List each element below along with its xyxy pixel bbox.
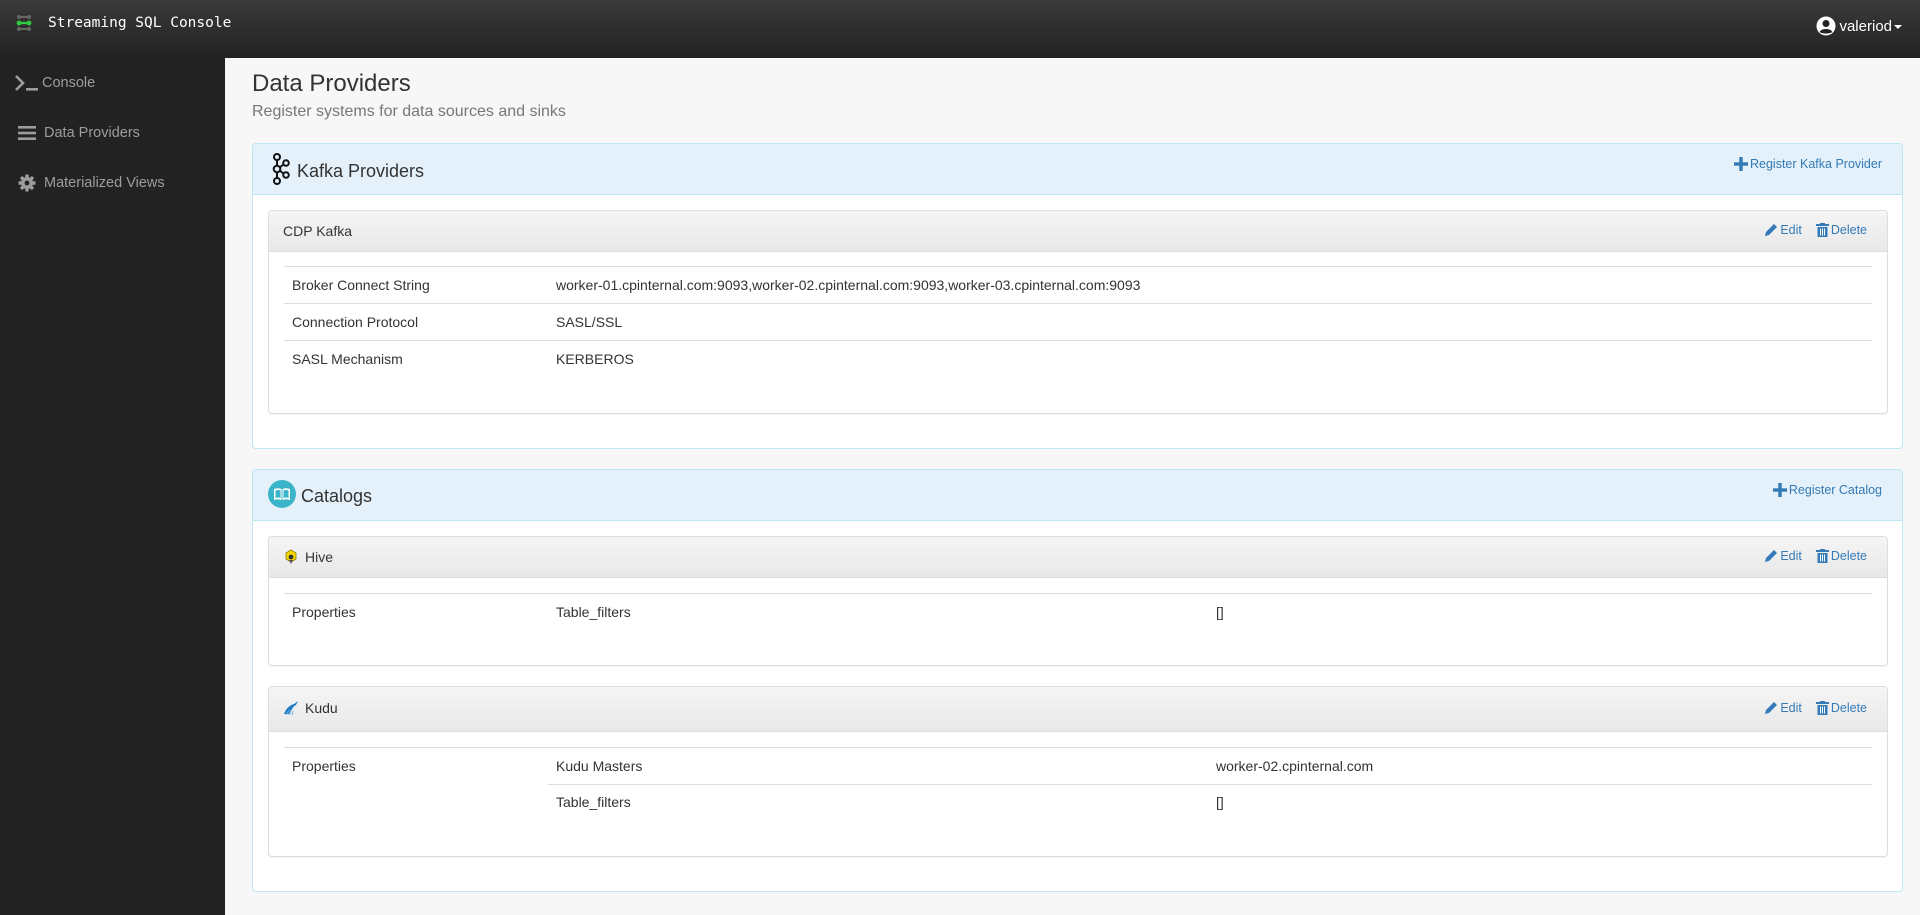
register-kafka-provider-label: Register Kafka Provider bbox=[1749, 157, 1882, 171]
pencil-icon bbox=[1765, 550, 1778, 562]
pencil-icon bbox=[1765, 702, 1778, 714]
sidebar-item-label: Console bbox=[42, 75, 96, 91]
catalog-heading: Hive Edit Delete bbox=[269, 537, 1887, 578]
table-row: Broker Connect String worker-01.cpintern… bbox=[284, 266, 1872, 303]
catalog-card-kudu: Kudu Edit Delete Properties Kudu Masters… bbox=[268, 686, 1888, 857]
terminal-icon bbox=[14, 72, 40, 94]
property-key: Table_filters bbox=[556, 794, 631, 810]
catalog-properties: Properties Table_filters [] bbox=[284, 593, 1872, 630]
kudu-icon bbox=[283, 700, 301, 716]
bars-icon bbox=[18, 122, 42, 144]
catalog-heading: Kudu Edit Delete bbox=[269, 687, 1887, 732]
catalogs-panel: Catalogs Register Catalog Hive Edit Dele… bbox=[252, 469, 1903, 892]
delete-label: Delete bbox=[1830, 549, 1867, 563]
streaming-logo-icon bbox=[14, 13, 34, 33]
kafka-provider-card: CDP Kafka Edit Delete Broker Connect Str… bbox=[268, 210, 1888, 414]
register-kafka-provider-button[interactable]: Register Kafka Provider bbox=[1733, 157, 1882, 171]
gear-icon bbox=[18, 172, 42, 194]
catalogs-title: Catalogs bbox=[301, 486, 373, 506]
row-key: SASL Mechanism bbox=[292, 351, 403, 367]
sidebar-item-label: Data Providers bbox=[44, 125, 140, 141]
sidebar-item-materialized-views[interactable]: Materialized Views bbox=[18, 170, 165, 196]
edit-button[interactable]: Edit bbox=[1764, 223, 1802, 237]
catalog-name: Hive bbox=[305, 549, 334, 565]
pencil-icon bbox=[1765, 224, 1778, 236]
page-title: Data Providers bbox=[252, 70, 411, 97]
trash-icon bbox=[1815, 223, 1829, 237]
kafka-provider-heading: CDP Kafka Edit Delete bbox=[269, 211, 1887, 252]
kafka-providers-title: Kafka Providers bbox=[297, 161, 425, 181]
delete-button[interactable]: Delete bbox=[1815, 223, 1867, 237]
edit-label: Edit bbox=[1780, 549, 1802, 563]
plus-icon bbox=[1733, 157, 1748, 171]
kafka-provider-details: Broker Connect String worker-01.cpintern… bbox=[284, 266, 1872, 377]
book-icon bbox=[268, 480, 296, 513]
delete-label: Delete bbox=[1830, 701, 1867, 715]
table-row: Properties Kudu Masters worker-02.cpinte… bbox=[284, 747, 1872, 784]
kafka-icon bbox=[269, 153, 291, 190]
row-key: Connection Protocol bbox=[292, 314, 419, 330]
edit-label: Edit bbox=[1780, 223, 1802, 237]
table-row: Properties Table_filters [] bbox=[284, 593, 1872, 630]
table-row: Table_filters [] bbox=[284, 784, 1872, 821]
chevron-down-icon bbox=[1894, 25, 1902, 29]
delete-button[interactable]: Delete bbox=[1815, 701, 1867, 715]
top-navbar: Streaming SQL Console valeriod bbox=[0, 0, 1920, 58]
row-value: KERBEROS bbox=[556, 351, 634, 367]
property-key: Kudu Masters bbox=[556, 758, 643, 774]
sidebar: Console Data Providers Materialized View… bbox=[0, 58, 225, 915]
kafka-providers-panel: Kafka Providers Register Kafka Provider … bbox=[252, 143, 1903, 449]
sidebar-item-console[interactable]: Console bbox=[14, 70, 95, 96]
sidebar-item-label: Materialized Views bbox=[44, 175, 165, 191]
delete-button[interactable]: Delete bbox=[1815, 549, 1867, 563]
catalog-card-hive: Hive Edit Delete Properties Table_filter… bbox=[268, 536, 1888, 666]
edit-button[interactable]: Edit bbox=[1764, 701, 1802, 715]
delete-label: Delete bbox=[1830, 223, 1867, 237]
catalog-name: Kudu bbox=[305, 700, 338, 716]
catalog-properties: Properties Kudu Masters worker-02.cpinte… bbox=[284, 747, 1872, 821]
properties-label: Properties bbox=[292, 604, 356, 620]
edit-label: Edit bbox=[1780, 701, 1802, 715]
edit-button[interactable]: Edit bbox=[1764, 549, 1802, 563]
table-row: SASL Mechanism KERBEROS bbox=[284, 340, 1872, 377]
trash-icon bbox=[1815, 701, 1829, 715]
user-menu[interactable]: valeriod bbox=[1816, 16, 1902, 36]
app-title: Streaming SQL Console bbox=[48, 15, 232, 31]
property-key: Table_filters bbox=[556, 604, 631, 620]
sidebar-item-data-providers[interactable]: Data Providers bbox=[18, 120, 140, 146]
row-value: SASL/SSL bbox=[556, 314, 623, 330]
plus-icon bbox=[1772, 483, 1787, 497]
trash-icon bbox=[1815, 549, 1829, 563]
register-catalog-button[interactable]: Register Catalog bbox=[1772, 483, 1882, 497]
user-name: valeriod bbox=[1839, 17, 1892, 35]
property-value: [] bbox=[1216, 794, 1224, 810]
table-row: Connection Protocol SASL/SSL bbox=[284, 303, 1872, 340]
kafka-providers-heading: Kafka Providers Register Kafka Provider bbox=[253, 144, 1902, 195]
row-key: Broker Connect String bbox=[292, 277, 430, 293]
register-catalog-label: Register Catalog bbox=[1788, 483, 1882, 497]
page-subtitle: Register systems for data sources and si… bbox=[252, 103, 566, 120]
kafka-provider-name: CDP Kafka bbox=[283, 223, 352, 239]
property-value: [] bbox=[1216, 604, 1224, 620]
row-value: worker-01.cpinternal.com:9093,worker-02.… bbox=[556, 277, 1141, 293]
properties-label: Properties bbox=[292, 758, 356, 774]
main-content: Data Providers Register systems for data… bbox=[225, 58, 1920, 915]
brand[interactable]: Streaming SQL Console bbox=[14, 12, 231, 34]
property-value: worker-02.cpinternal.com bbox=[1216, 758, 1374, 774]
hive-icon bbox=[283, 549, 301, 565]
user-circle-icon bbox=[1816, 16, 1836, 36]
catalogs-heading: Catalogs Register Catalog bbox=[253, 470, 1902, 521]
